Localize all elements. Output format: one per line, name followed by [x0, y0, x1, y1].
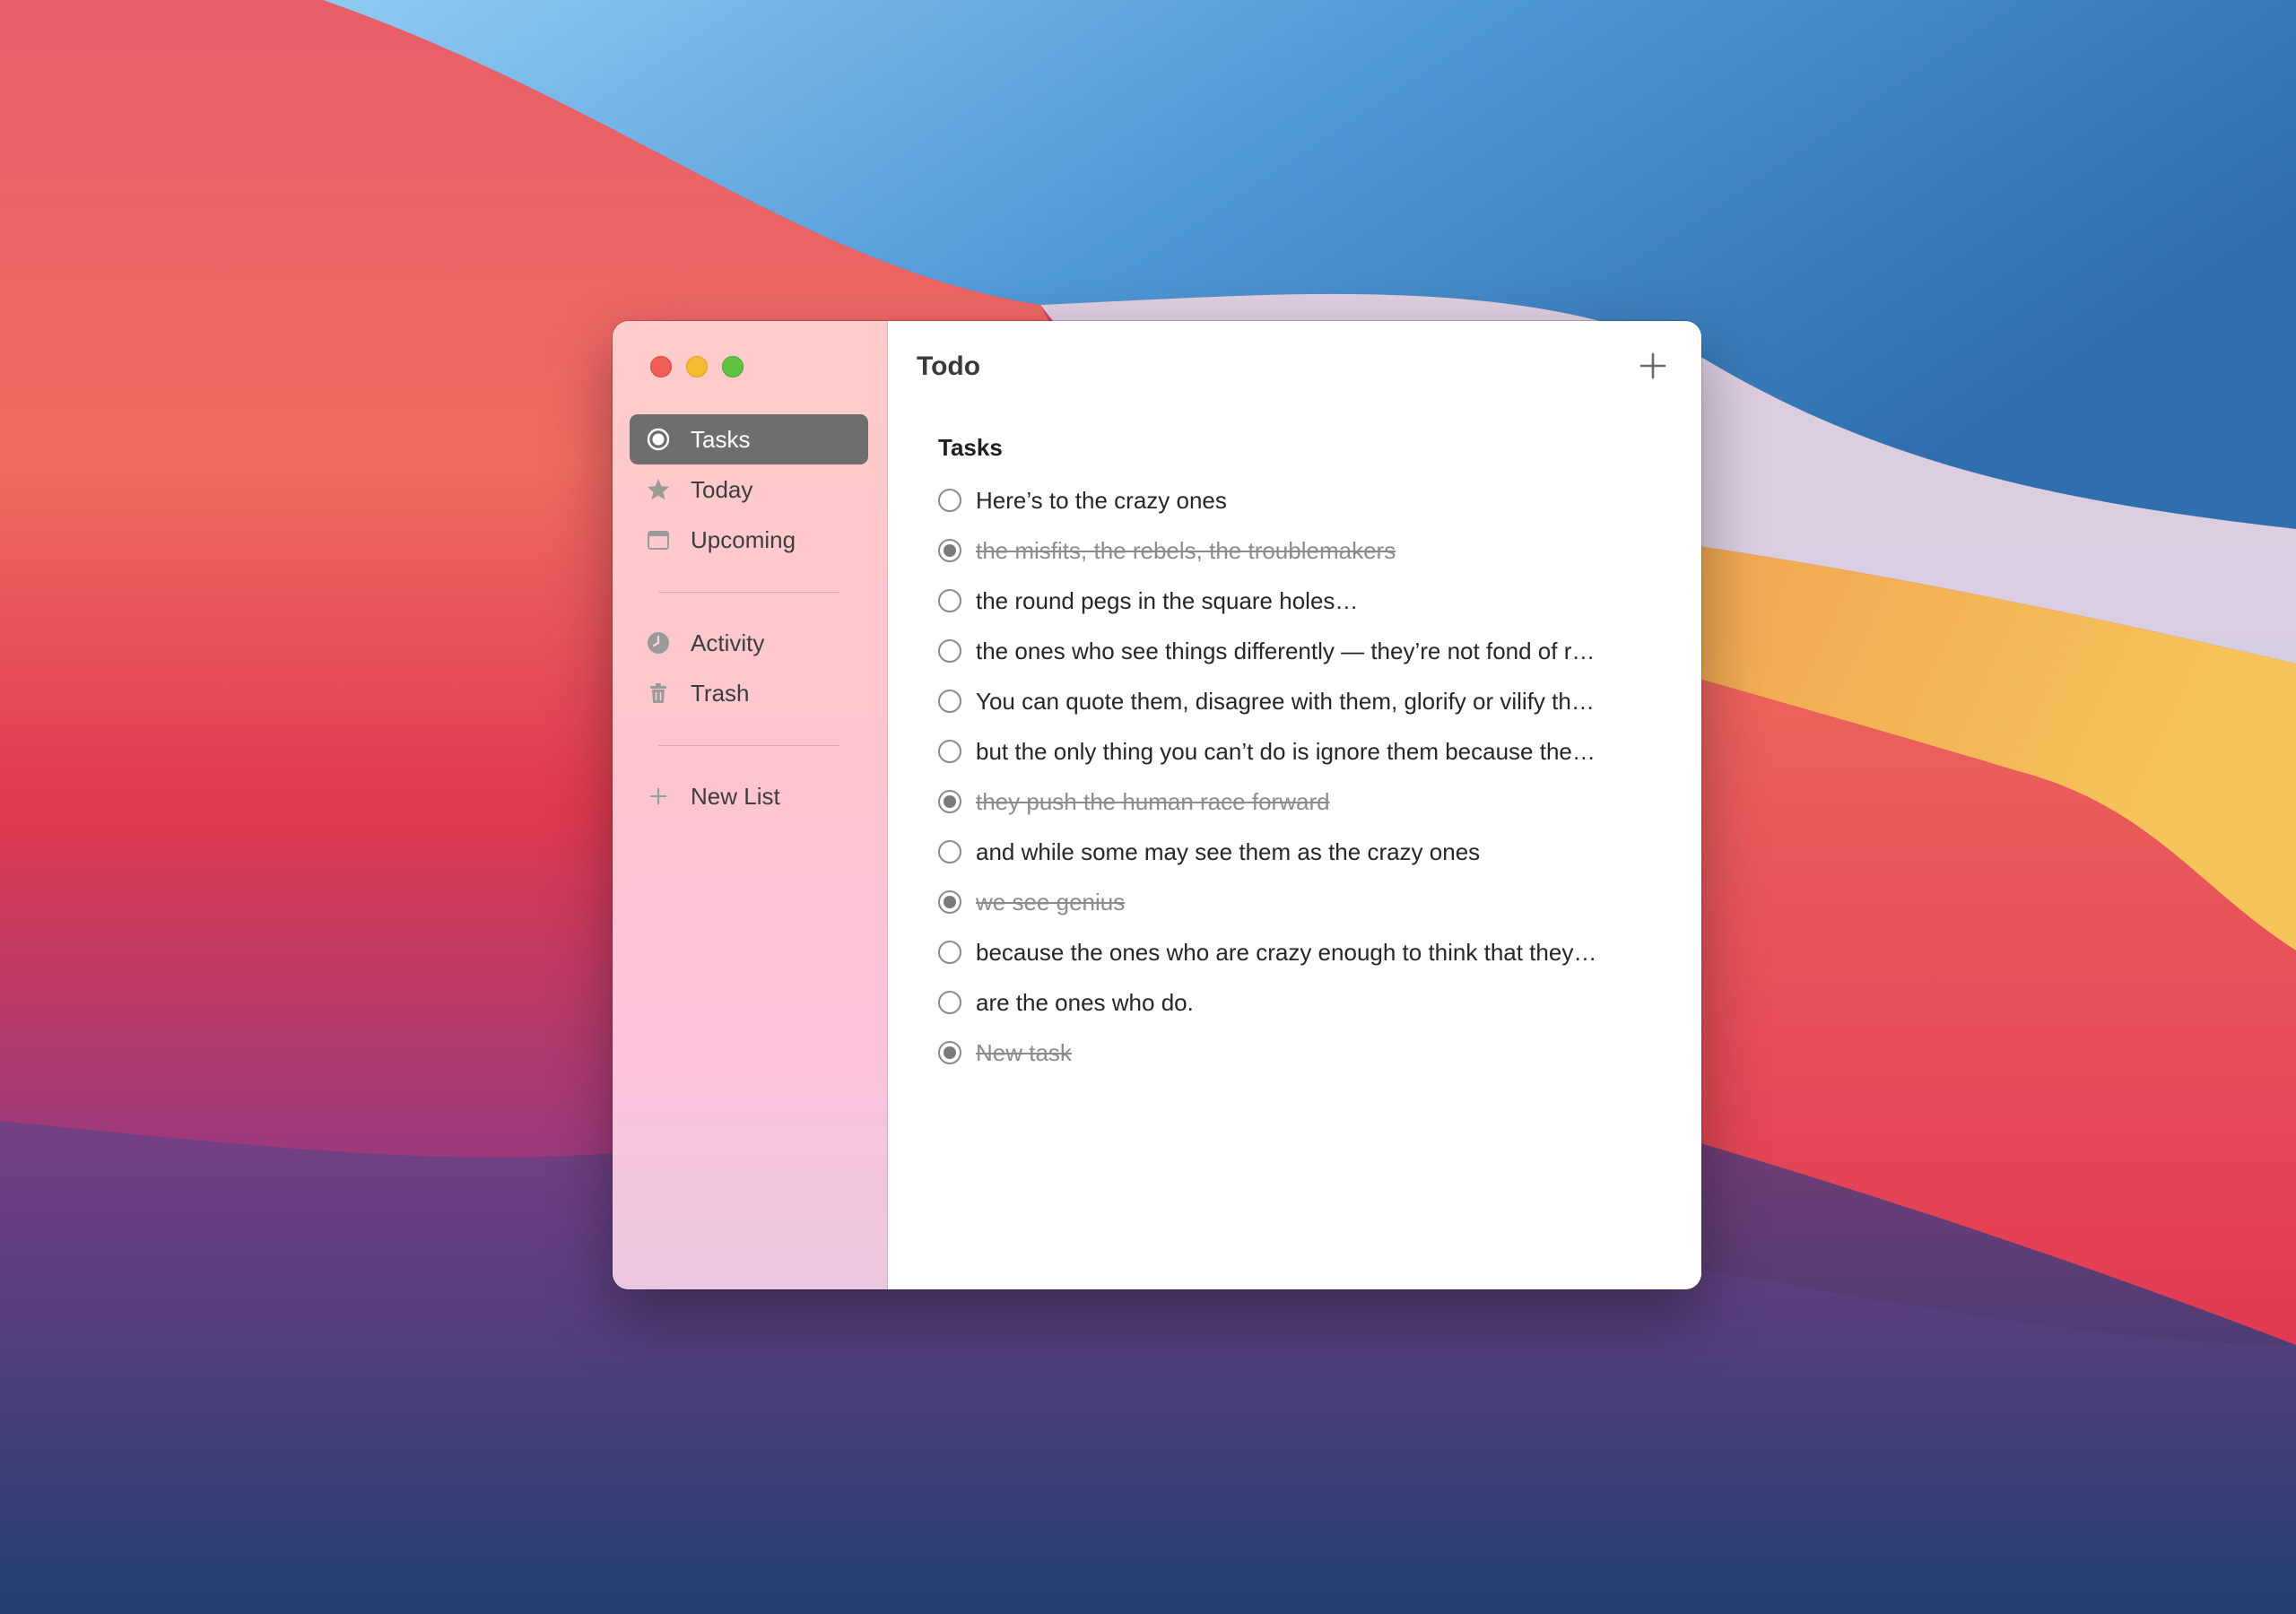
section-title: Tasks	[938, 434, 1003, 461]
task-item: the round pegs in the square holes…	[938, 576, 1674, 626]
task-text[interactable]: they push the human race forward	[976, 788, 1330, 816]
task-text[interactable]: the round pegs in the square holes…	[976, 587, 1358, 615]
task-item: are the ones who do.	[938, 977, 1674, 1028]
sidebar-item-label: Upcoming	[691, 525, 796, 553]
task-item: You can quote them, disagree with them, …	[938, 676, 1674, 726]
sidebar-nav: Tasks Today Upcoming Activity Trash New …	[630, 414, 868, 821]
task-checkbox[interactable]	[938, 639, 961, 663]
task-checkbox[interactable]	[938, 690, 961, 713]
task-checkbox[interactable]	[938, 539, 961, 562]
task-item: New task	[938, 1028, 1674, 1078]
star-icon	[645, 476, 672, 503]
task-item: they push the human race forward	[938, 777, 1674, 827]
sidebar-divider	[658, 592, 839, 593]
task-text[interactable]: New task	[976, 1039, 1072, 1067]
todo-app-window: Tasks Today Upcoming Activity Trash New …	[613, 321, 1701, 1289]
task-checkbox[interactable]	[938, 890, 961, 914]
task-item: the misfits, the rebels, the troublemake…	[938, 525, 1674, 576]
sidebar-item-label: Today	[691, 475, 753, 503]
task-item: we see genius	[938, 877, 1674, 927]
task-text[interactable]: are the ones who do.	[976, 989, 1194, 1017]
task-checkbox[interactable]	[938, 840, 961, 863]
task-text[interactable]: You can quote them, disagree with them, …	[976, 688, 1595, 716]
task-checkbox[interactable]	[938, 740, 961, 763]
sidebar-item-tasks[interactable]: Tasks	[630, 414, 868, 464]
trash-icon	[645, 680, 672, 707]
task-text[interactable]: the misfits, the rebels, the troublemake…	[976, 537, 1396, 565]
task-text[interactable]: and while some may see them as the crazy…	[976, 838, 1480, 866]
add-task-button[interactable]	[1637, 350, 1669, 382]
task-item: Here’s to the crazy ones	[938, 475, 1674, 525]
sidebar-item-label: Tasks	[691, 425, 751, 453]
sidebar-item-trash[interactable]: Trash	[630, 668, 868, 718]
task-checkbox[interactable]	[938, 790, 961, 813]
task-text[interactable]: but the only thing you can’t do is ignor…	[976, 738, 1596, 766]
clock-icon	[645, 629, 672, 656]
sidebar-item-label: Trash	[691, 679, 750, 707]
sidebar-item-upcoming[interactable]: Upcoming	[630, 515, 868, 565]
task-checkbox[interactable]	[938, 489, 961, 512]
task-item: because the ones who are crazy enough to…	[938, 927, 1674, 977]
task-text[interactable]: the ones who see things differently — th…	[976, 638, 1595, 665]
close-window-button[interactable]	[650, 356, 672, 377]
task-text[interactable]: because the ones who are crazy enough to…	[976, 939, 1596, 967]
window-title: Todo	[917, 351, 981, 381]
new-list-label: New List	[691, 782, 780, 810]
window-controls	[650, 356, 744, 377]
maximize-window-button[interactable]	[722, 356, 744, 377]
sidebar: Tasks Today Upcoming Activity Trash New …	[613, 321, 888, 1289]
new-list-button[interactable]: New List	[630, 771, 868, 821]
task-checkbox[interactable]	[938, 991, 961, 1014]
task-checkbox[interactable]	[938, 941, 961, 964]
task-list: Here’s to the crazy ones the misfits, th…	[938, 475, 1674, 1078]
task-checkbox[interactable]	[938, 1041, 961, 1064]
minimize-window-button[interactable]	[686, 356, 708, 377]
task-item: the ones who see things differently — th…	[938, 626, 1674, 676]
main-content: Todo Tasks Here’s to the crazy ones the …	[888, 321, 1701, 1289]
sidebar-item-today[interactable]: Today	[630, 464, 868, 515]
sidebar-item-activity[interactable]: Activity	[630, 618, 868, 668]
list-circle-icon	[645, 426, 672, 453]
task-item: but the only thing you can’t do is ignor…	[938, 726, 1674, 777]
task-text[interactable]: we see genius	[976, 889, 1125, 916]
calendar-icon	[645, 526, 672, 553]
plus-icon	[645, 783, 672, 810]
sidebar-divider	[658, 745, 839, 746]
task-checkbox[interactable]	[938, 589, 961, 612]
plus-icon	[1639, 352, 1666, 379]
sidebar-item-label: Activity	[691, 629, 765, 656]
task-text[interactable]: Here’s to the crazy ones	[976, 487, 1227, 515]
task-item: and while some may see them as the crazy…	[938, 827, 1674, 877]
